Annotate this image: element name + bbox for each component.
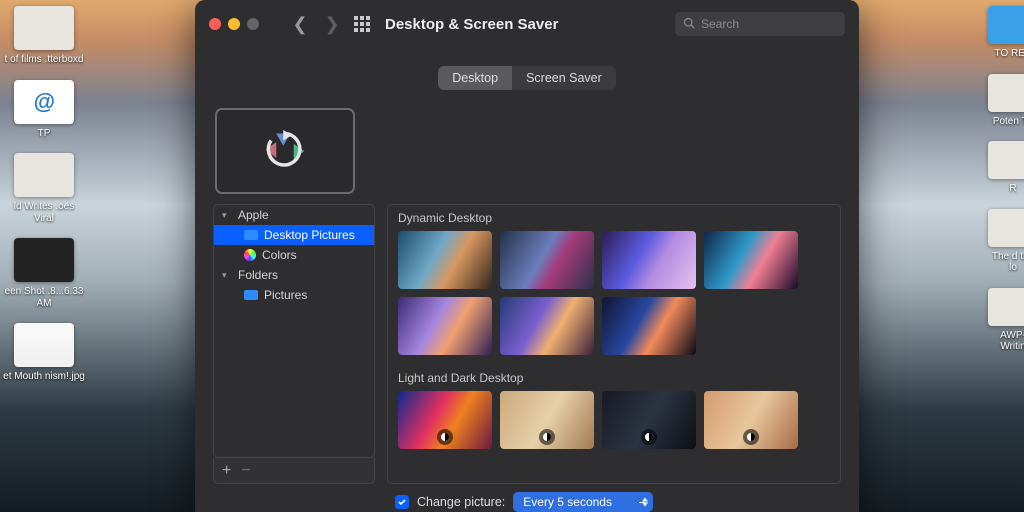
search-placeholder: Search (701, 17, 739, 31)
wallpaper-thumb[interactable] (704, 391, 798, 449)
appearance-badge-icon (641, 429, 657, 445)
tree-item-pictures[interactable]: Pictures (214, 285, 374, 305)
stepper-icon (642, 498, 648, 507)
desktop-file[interactable]: t of films .tterboxd (0, 6, 88, 66)
close-button[interactable] (209, 18, 221, 30)
desktop-file[interactable]: AWP- Writin (969, 288, 1024, 353)
tab-bar: Desktop Screen Saver (195, 66, 859, 90)
item-label: Desktop Pictures (264, 228, 355, 242)
disclosure-icon: ▾ (222, 270, 232, 281)
file-label: ld Writes .oes Viral (3, 201, 85, 224)
file-label: Poten Th (993, 116, 1024, 128)
group-label: Folders (238, 268, 278, 282)
tree-group-folders[interactable]: ▾ Folders (214, 265, 374, 285)
wallpaper-thumb[interactable] (500, 231, 594, 289)
tab-screensaver[interactable]: Screen Saver (512, 66, 616, 90)
change-picture-checkbox[interactable] (395, 495, 409, 509)
section-header-lightdark: Light and Dark Desktop (388, 365, 840, 391)
desktop-file[interactable]: R (969, 141, 1024, 195)
minimize-button[interactable] (228, 18, 240, 30)
rotate-icon (257, 123, 313, 179)
source-tree: ▾Apple Desktop Pictures Colors ▾Folders … (213, 204, 375, 458)
tab-desktop[interactable]: Desktop (438, 66, 512, 90)
desktop-icons-right: TO REA Poten Th R The d the lo AWP- Writ… (969, 0, 1024, 367)
desktop-file[interactable]: TO REA (969, 6, 1024, 60)
wallpaper-thumb[interactable] (500, 391, 594, 449)
tree-group-apple[interactable]: ▾ Apple (214, 205, 374, 225)
wallpaper-thumb[interactable] (398, 231, 492, 289)
titlebar: ❮ ❯ Desktop & Screen Saver Search (195, 0, 859, 48)
tree-item-desktop-pictures[interactable]: Desktop Pictures (214, 225, 374, 245)
file-label: t of films .tterboxd (5, 54, 84, 66)
wallpaper-thumb[interactable] (602, 231, 696, 289)
file-label: een Shot .8...6.33 AM (3, 286, 85, 309)
remove-folder-button[interactable]: − (241, 462, 250, 480)
file-label: AWP- Writin (987, 330, 1024, 353)
interval-select[interactable]: Every 5 seconds (513, 492, 653, 512)
source-sidebar: ▾Apple Desktop Pictures Colors ▾Folders … (213, 204, 375, 484)
current-desktop-preview-row (195, 90, 859, 204)
disclosure-icon: ▾ (222, 210, 232, 221)
file-label: TP (38, 128, 51, 140)
back-button[interactable]: ❮ (289, 13, 311, 35)
file-label: et Mouth nism!.jpg (3, 371, 85, 383)
wallpaper-thumb[interactable] (602, 297, 696, 355)
wallpaper-thumb[interactable] (398, 297, 492, 355)
section-header-dynamic: Dynamic Desktop (388, 205, 840, 231)
window-title: Desktop & Screen Saver (385, 16, 558, 33)
file-label: The d the lo (987, 251, 1024, 274)
desktop-file[interactable]: et Mouth nism!.jpg (0, 323, 88, 383)
desktop-file[interactable]: een Shot .8...6.33 AM (0, 238, 88, 309)
zoom-button[interactable] (247, 18, 259, 30)
appearance-badge-icon (437, 429, 453, 445)
sidebar-footer: + − (213, 458, 375, 484)
options-row: Change picture: Every 5 seconds (195, 484, 859, 512)
change-picture-label: Change picture: (417, 495, 505, 509)
desktop-file[interactable]: Poten Th (969, 74, 1024, 128)
wallpaper-thumb[interactable] (500, 297, 594, 355)
desktop-icons-left: t of films .tterboxd @TP ld Writes .oes … (0, 0, 90, 397)
item-label: Colors (262, 248, 297, 262)
wallpaper-thumb[interactable] (704, 231, 798, 289)
folder-icon (244, 230, 258, 240)
interval-value: Every 5 seconds (523, 495, 612, 509)
item-label: Pictures (264, 288, 307, 302)
appearance-badge-icon (539, 429, 555, 445)
forward-button[interactable]: ❯ (321, 13, 343, 35)
current-desktop-preview (215, 108, 355, 194)
group-label: Apple (238, 208, 269, 222)
search-input[interactable]: Search (675, 12, 845, 36)
colors-icon (244, 249, 256, 261)
appearance-badge-icon (743, 429, 759, 445)
desktop-file[interactable]: @TP (0, 80, 88, 140)
search-icon (683, 17, 695, 32)
add-folder-button[interactable]: + (222, 462, 231, 480)
preferences-window: ❮ ❯ Desktop & Screen Saver Search Deskto… (195, 0, 859, 512)
tree-item-colors[interactable]: Colors (214, 245, 374, 265)
file-label: TO REA (994, 48, 1024, 60)
wallpaper-thumb[interactable] (602, 391, 696, 449)
file-label: R (1009, 183, 1016, 195)
wallpaper-thumb[interactable] (398, 391, 492, 449)
show-all-icon[interactable] (353, 15, 371, 33)
folder-icon (244, 290, 258, 300)
desktop-file[interactable]: ld Writes .oes Viral (0, 153, 88, 224)
window-controls (209, 18, 259, 30)
desktop-file[interactable]: The d the lo (969, 209, 1024, 274)
wallpaper-gallery: Dynamic Desktop Light and Dark Desktop (387, 204, 841, 484)
